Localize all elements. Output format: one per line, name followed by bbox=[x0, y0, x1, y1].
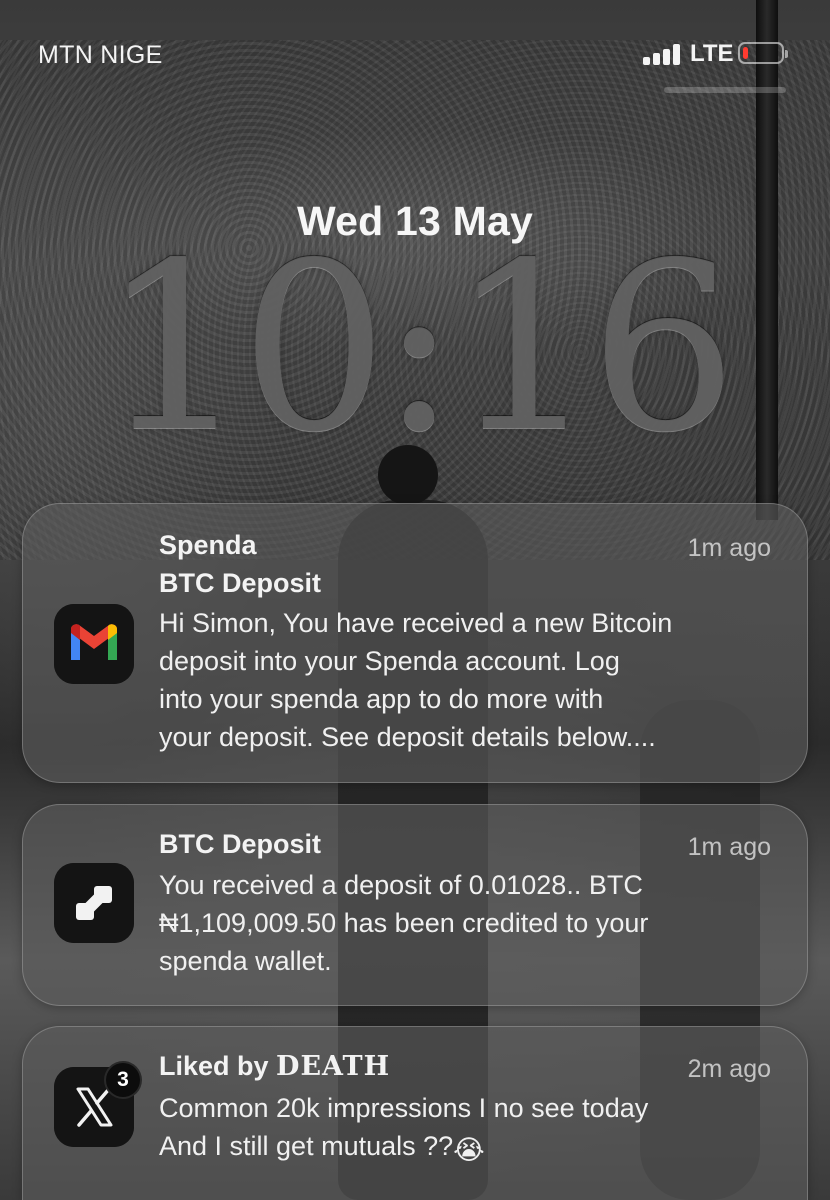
notification-x-like[interactable]: Liked by DEATH 2m ago Common 20k impress… bbox=[22, 1026, 808, 1200]
signal-strength-icon bbox=[643, 43, 683, 65]
notification-body: Common 20k impressions I no see today An… bbox=[159, 1089, 789, 1169]
notification-body-line: your deposit. See deposit details below.… bbox=[159, 722, 656, 752]
notification-title: BTC Deposit bbox=[159, 829, 321, 859]
status-indicator-bar bbox=[664, 87, 786, 93]
battery-level bbox=[743, 47, 748, 59]
notification-spenda-email[interactable]: Spenda 1m ago BTC Deposit Hi Simon, You … bbox=[22, 503, 808, 783]
notification-time: 1m ago bbox=[687, 534, 771, 562]
notification-body-line: And I still get mutuals ??😭 bbox=[159, 1127, 789, 1169]
spenda-icon bbox=[54, 863, 134, 943]
notification-body-line: Hi Simon, You have received a new Bitcoi… bbox=[159, 608, 673, 638]
notification-subtitle: BTC Deposit bbox=[159, 568, 321, 598]
gmail-icon bbox=[54, 604, 134, 684]
lock-clock[interactable]: 10:16 bbox=[0, 232, 830, 464]
notification-title-name: DEATH bbox=[276, 1051, 391, 1082]
crying-emoji-icon: 😭 bbox=[453, 1135, 485, 1165]
notification-count-badge: 3 bbox=[104, 1061, 142, 1099]
notification-body: Hi Simon, You have received a new Bitcoi… bbox=[159, 604, 789, 756]
carrier-name: MTN NIGE bbox=[38, 41, 163, 69]
notification-time: 1m ago bbox=[687, 833, 771, 861]
notification-title: Spenda bbox=[159, 530, 257, 560]
notification-body-line: You received a deposit of 0.01028.. BTC bbox=[159, 870, 643, 900]
notification-title-prefix: Liked by bbox=[159, 1051, 269, 1081]
notification-title: Liked by DEATH bbox=[159, 1051, 390, 1082]
notification-body-line: deposit into your Spenda account. Log bbox=[159, 646, 620, 676]
notification-body: You received a deposit of 0.01028.. BTC … bbox=[159, 866, 789, 980]
notification-body-line: Common 20k impressions I no see today bbox=[159, 1093, 649, 1123]
notification-body-line: spenda wallet. bbox=[159, 946, 332, 976]
lock-screen: MTN NIGE LTE Wed 13 May 10:16 Spenda 1m … bbox=[0, 0, 830, 1200]
network-type: LTE bbox=[690, 40, 734, 67]
notification-btc-deposit[interactable]: BTC Deposit 1m ago You received a deposi… bbox=[22, 804, 808, 1006]
notification-body-text: And I still get mutuals ?? bbox=[159, 1131, 454, 1161]
notification-body-line: ₦1,109,009.50 has been credited to your bbox=[159, 908, 649, 938]
notification-time: 2m ago bbox=[687, 1055, 771, 1083]
status-bar: MTN NIGE LTE bbox=[0, 0, 830, 100]
notification-body-line: into your spenda app to do more with bbox=[159, 684, 604, 714]
battery-icon bbox=[738, 42, 788, 64]
